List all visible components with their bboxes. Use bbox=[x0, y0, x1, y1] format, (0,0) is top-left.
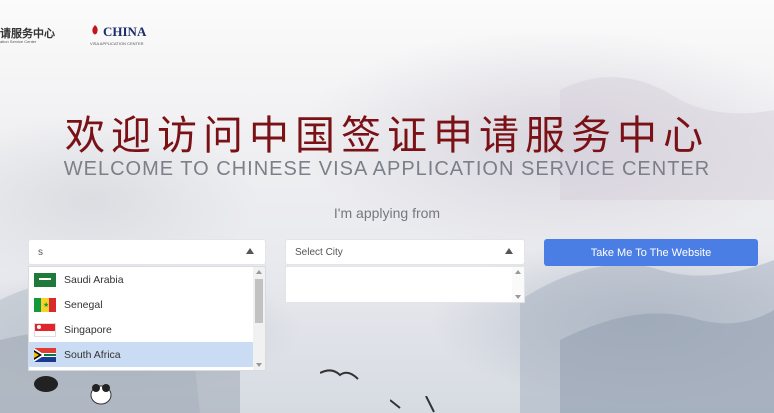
panda-decoration bbox=[34, 376, 112, 405]
city-dropdown-list[interactable] bbox=[285, 266, 525, 303]
scroll-up-icon[interactable] bbox=[515, 270, 521, 274]
senegal-flag-icon: ★ bbox=[34, 297, 56, 312]
country-option-saudi-arabia[interactable]: Saudi Arabia bbox=[29, 267, 253, 292]
dropdown-scrollbar[interactable] bbox=[253, 267, 265, 370]
caret-up-icon[interactable] bbox=[246, 248, 254, 254]
logo-subtitle: ation Service Center bbox=[0, 39, 37, 44]
saudi-arabia-flag-icon bbox=[34, 272, 56, 287]
china-emblem-icon bbox=[92, 25, 98, 35]
caret-up-icon[interactable] bbox=[505, 248, 513, 254]
applying-from-label: I'm applying from bbox=[333, 205, 441, 221]
country-option-senegal[interactable]: ★ Senegal bbox=[29, 292, 253, 317]
country-option-label: Senegal bbox=[64, 298, 103, 311]
take-me-to-website-button[interactable]: Take Me To The Website bbox=[544, 239, 758, 266]
scroll-down-icon[interactable] bbox=[256, 363, 262, 367]
scrollbar-thumb[interactable] bbox=[255, 279, 263, 323]
country-option-south-africa[interactable]: South Africa bbox=[29, 342, 253, 367]
scroll-down-icon[interactable] bbox=[515, 295, 521, 299]
city-select[interactable]: Select City bbox=[285, 239, 525, 265]
crane-bird-decoration bbox=[320, 369, 359, 380]
country-option-singapore[interactable]: Singapore bbox=[29, 317, 253, 342]
crane-bird-decoration bbox=[390, 396, 435, 413]
china-logo-subtitle: VISA APPLICATION CENTER bbox=[90, 41, 144, 46]
country-select-value: s bbox=[38, 247, 43, 258]
city-dropdown-scrollbar[interactable] bbox=[512, 267, 524, 302]
page-title-english: WELCOME TO CHINESE VISA APPLICATION SERV… bbox=[63, 158, 711, 180]
south-africa-flag-icon bbox=[34, 347, 56, 362]
country-select[interactable]: s bbox=[28, 239, 266, 265]
country-option-label: Singapore bbox=[64, 323, 112, 336]
singapore-flag-icon bbox=[34, 322, 56, 337]
country-option-label: Saudi Arabia bbox=[64, 273, 124, 286]
scroll-up-icon[interactable] bbox=[256, 270, 262, 274]
country-dropdown-list[interactable]: Saudi Arabia ★ Senegal Singapore South A… bbox=[28, 266, 266, 371]
page-title-chinese: 欢迎访问中国签证申请服务中心 bbox=[65, 113, 709, 159]
china-logo-text: CHINA bbox=[103, 24, 147, 39]
city-select-placeholder: Select City bbox=[295, 247, 343, 258]
country-option-label: South Africa bbox=[64, 348, 121, 361]
